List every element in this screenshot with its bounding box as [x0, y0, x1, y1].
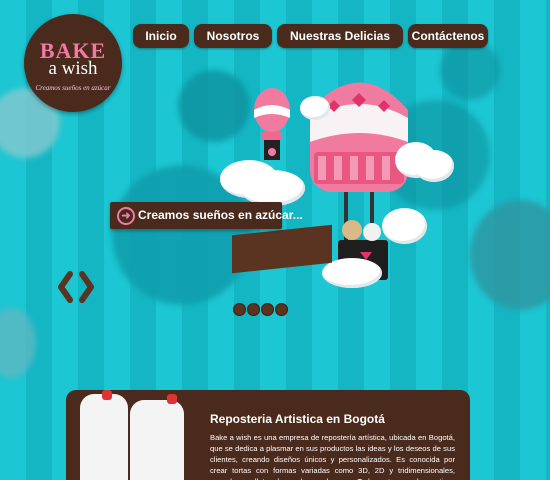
content-body: Bake a wish es una empresa de repostería…: [210, 433, 455, 480]
nav-contactenos[interactable]: Contáctenos: [408, 24, 488, 48]
nav-nosotros[interactable]: Nosotros: [194, 24, 272, 48]
cloud-right-2: [414, 150, 454, 182]
slider-dot-3[interactable]: [261, 303, 274, 316]
circle-arrow-right-icon: ➜: [117, 207, 135, 225]
slider-dot-4[interactable]: [275, 303, 288, 316]
content-card: Reposteria Artistica en Bogotá Bake a wi…: [66, 390, 470, 480]
bg-cupcake-right: [470, 200, 550, 310]
chevron-left-icon[interactable]: [58, 271, 73, 303]
product-bottle-1: [80, 394, 128, 480]
content-heading: Reposteria Artistica en Bogotá: [210, 412, 385, 426]
logo[interactable]: BAKE a wish Creamos sueños en azúcar: [24, 14, 122, 112]
slider-arrows: [58, 271, 94, 303]
bg-cupcake-left-bottom: [0, 308, 36, 378]
slider-dot-2[interactable]: [247, 303, 260, 316]
chevron-right-icon[interactable]: [79, 271, 94, 303]
product-bottle-2: [130, 400, 184, 480]
nav-nuestras-delicias[interactable]: Nuestras Delicias: [277, 24, 403, 48]
cloud-bottom-right: [382, 208, 427, 244]
cloud-left-2: [240, 170, 305, 206]
nav-inicio[interactable]: Inicio: [133, 24, 189, 48]
bottle-cap-1: [102, 390, 112, 400]
slide-caption-text: Creamos sueños en azúcar...: [138, 208, 303, 222]
page: BAKE a wish Creamos sueños en azúcar Ini…: [0, 0, 550, 480]
small-balloon: [254, 88, 290, 160]
logo-tagline: Creamos sueños en azúcar: [35, 84, 111, 92]
logo-line2: a wish: [48, 58, 98, 79]
cloud-mid: [300, 96, 330, 120]
slide-caption[interactable]: ➜ Creamos sueños en azúcar...: [110, 202, 303, 229]
bottle-cap-2: [167, 394, 177, 404]
slider-dot-1[interactable]: [233, 303, 246, 316]
